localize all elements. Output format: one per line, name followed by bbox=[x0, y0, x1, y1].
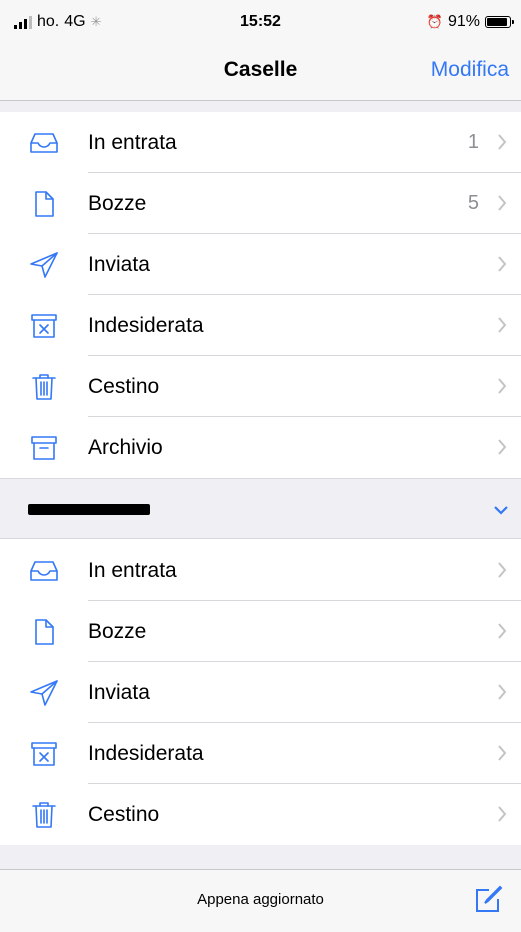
chevron-right-icon bbox=[497, 439, 507, 455]
chevron-right-icon bbox=[497, 378, 507, 394]
bottom-gap bbox=[0, 845, 521, 869]
update-status: Appena aggiornato bbox=[197, 891, 324, 908]
archive-icon bbox=[28, 434, 60, 462]
account-row-inbox[interactable]: In entrata bbox=[0, 540, 521, 601]
inbox-icon bbox=[28, 557, 60, 585]
mailbox-row-trash[interactable]: Cestino bbox=[0, 356, 521, 417]
alarm-icon: ⏰ bbox=[426, 14, 443, 29]
draft-icon bbox=[28, 618, 60, 646]
chevron-right-icon bbox=[497, 684, 507, 700]
chevron-right-icon bbox=[497, 134, 507, 150]
junk-icon bbox=[28, 740, 60, 768]
mailbox-label: Bozze bbox=[88, 619, 147, 643]
account-section-header[interactable] bbox=[0, 478, 521, 539]
bottom-toolbar: Appena aggiornato bbox=[0, 869, 521, 932]
draft-count: 5 bbox=[467, 192, 479, 214]
inbox-icon bbox=[28, 129, 60, 157]
mailbox-row-sent[interactable]: Inviata bbox=[0, 234, 521, 295]
battery-percent: 91% bbox=[447, 13, 480, 30]
junk-icon bbox=[28, 312, 60, 340]
account-name-redacted bbox=[28, 504, 150, 515]
mailbox-list: In entrata 1 Bozze 5 Inviata Indesiderat… bbox=[0, 112, 521, 478]
chevron-right-icon bbox=[497, 806, 507, 822]
account-row-junk[interactable]: Indesiderata bbox=[0, 723, 521, 784]
chevron-right-icon bbox=[497, 195, 507, 211]
trash-icon bbox=[28, 373, 60, 401]
compose-icon[interactable] bbox=[473, 884, 503, 914]
unread-count: 1 bbox=[467, 131, 479, 153]
trash-icon bbox=[28, 801, 60, 829]
mailbox-row-drafts[interactable]: Bozze 5 bbox=[0, 173, 521, 234]
account-row-sent[interactable]: Inviata bbox=[0, 662, 521, 723]
status-right: ⏰ 91% bbox=[426, 13, 514, 31]
mailbox-label: Indesiderata bbox=[88, 313, 204, 337]
mailbox-row-junk[interactable]: Indesiderata bbox=[0, 295, 521, 356]
mailbox-label: Archivio bbox=[88, 435, 163, 459]
chevron-right-icon bbox=[497, 623, 507, 639]
section-gap bbox=[0, 101, 521, 112]
chevron-right-icon bbox=[497, 745, 507, 761]
mailbox-label: Inviata bbox=[88, 680, 150, 704]
status-bar: ho. 4G ✳ 15:52 ⏰ 91% bbox=[0, 0, 521, 44]
sent-icon bbox=[28, 251, 60, 279]
chevron-right-icon bbox=[497, 317, 507, 333]
account-row-drafts[interactable]: Bozze bbox=[0, 601, 521, 662]
mailbox-row-archive[interactable]: Archivio bbox=[0, 417, 521, 478]
account-mailbox-list: In entrata Bozze Inviata Indesiderata Ce… bbox=[0, 540, 521, 845]
mailbox-row-inbox[interactable]: In entrata 1 bbox=[0, 112, 521, 173]
mailbox-label: Cestino bbox=[88, 374, 160, 398]
account-row-trash[interactable]: Cestino bbox=[0, 784, 521, 845]
mailbox-label: Bozze bbox=[88, 191, 147, 215]
chevron-right-icon bbox=[497, 256, 507, 272]
battery-icon bbox=[485, 16, 514, 28]
mailbox-label: In entrata bbox=[88, 130, 177, 154]
mailbox-label: Indesiderata bbox=[88, 741, 204, 765]
mailbox-label: In entrata bbox=[88, 558, 177, 582]
mailbox-label: Inviata bbox=[88, 252, 150, 276]
chevron-down-icon[interactable] bbox=[493, 503, 509, 515]
navigation-bar: Caselle Modifica bbox=[0, 44, 521, 101]
sent-icon bbox=[28, 679, 60, 707]
chevron-right-icon bbox=[497, 562, 507, 578]
edit-button[interactable]: Modifica bbox=[431, 58, 509, 82]
mailbox-label: Cestino bbox=[88, 802, 160, 826]
draft-icon bbox=[28, 190, 60, 218]
